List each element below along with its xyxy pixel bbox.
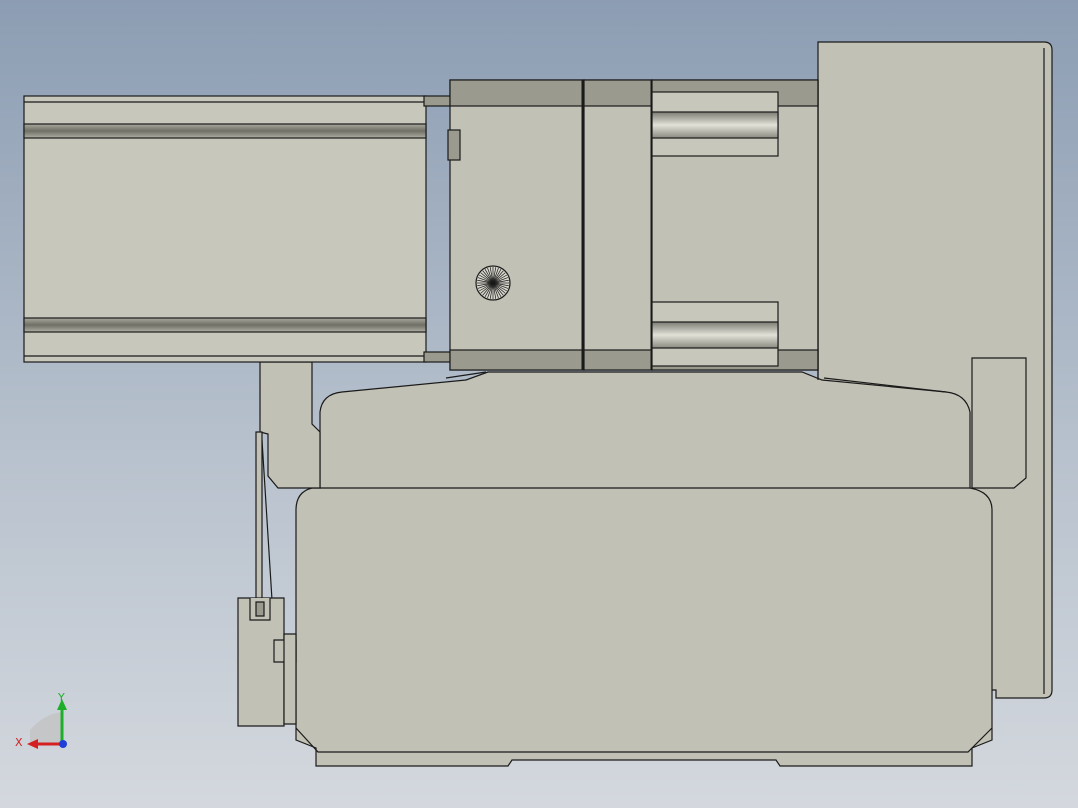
rod-housing	[651, 79, 819, 380]
y-axis-label: Y	[57, 691, 65, 704]
axis-triad: Y X	[15, 691, 67, 749]
screw-head-icon	[475, 265, 511, 301]
cad-model: Y X	[15, 41, 1053, 767]
z-axis-dot	[59, 740, 67, 748]
adapter-block	[447, 79, 654, 371]
x-axis-label: X	[15, 736, 23, 749]
cylinder-tube	[23, 95, 453, 363]
cad-viewport[interactable]: Y X	[0, 0, 1078, 808]
carriage-block	[295, 371, 993, 767]
